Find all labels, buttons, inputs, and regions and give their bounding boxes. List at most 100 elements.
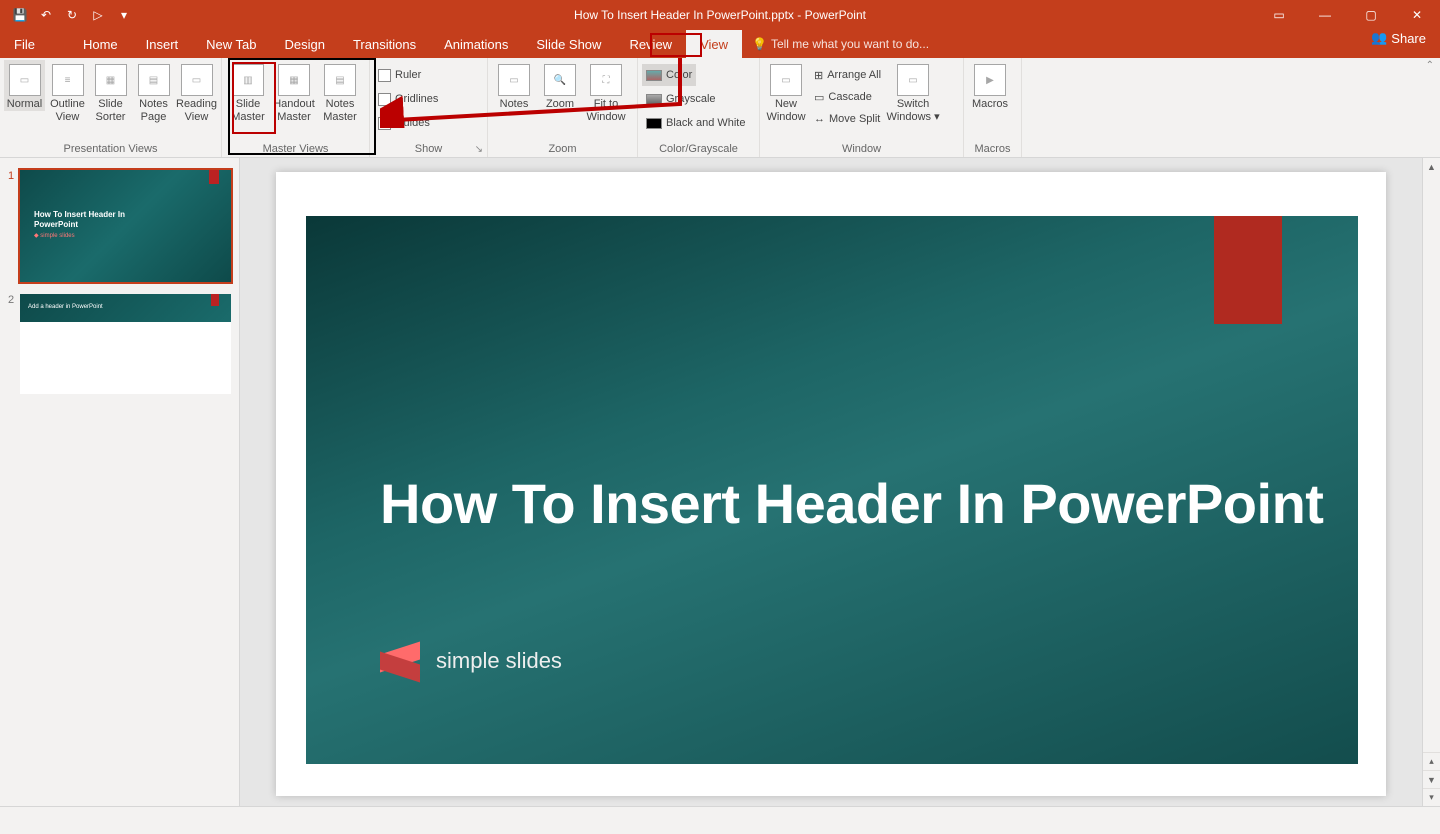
next-slide-icon[interactable]: ▾ (1423, 788, 1440, 806)
move-split-button[interactable]: ↔Move Split (810, 108, 885, 130)
switch-windows-icon: ▭ (897, 64, 929, 96)
quick-access-toolbar: 💾 ↶ ↻ ▷ ▾ (0, 3, 136, 27)
slide-thumbnail-2[interactable]: Add a header in PowerPoint (20, 294, 231, 394)
status-bar (0, 806, 1440, 834)
qat-customize-icon[interactable]: ▾ (112, 3, 136, 27)
group-macros: ▶ Macros Macros (964, 58, 1022, 157)
macros-icon: ▶ (974, 64, 1006, 96)
tab-slide-show[interactable]: Slide Show (522, 30, 615, 58)
grayscale-button[interactable]: Grayscale (642, 88, 720, 110)
share-button[interactable]: 👥 Share (1371, 30, 1426, 46)
share-icon: 👥 (1371, 30, 1387, 46)
normal-view-button[interactable]: ▭ Normal (4, 60, 45, 111)
slide-thumbnail-pane[interactable]: 1 How To Insert Header In PowerPoint ◆ s… (0, 158, 240, 806)
redo-icon[interactable]: ↻ (60, 3, 84, 27)
title-bar: 💾 ↶ ↻ ▷ ▾ How To Insert Header In PowerP… (0, 0, 1440, 30)
group-color-grayscale: Color Grayscale Black and White Color/Gr… (638, 58, 760, 157)
close-button[interactable]: ✕ (1394, 0, 1440, 30)
scroll-up-icon[interactable]: ▲ (1423, 158, 1440, 176)
slide-logo: simple slides (380, 644, 562, 678)
tab-new-tab[interactable]: New Tab (192, 30, 270, 58)
arrange-icon: ⊞ (814, 69, 823, 82)
tab-design[interactable]: Design (271, 30, 339, 58)
slideshow-from-start-icon[interactable]: ▷ (86, 3, 110, 27)
slide-number: 1 (8, 170, 20, 282)
tab-review[interactable]: Review (615, 30, 686, 58)
handout-master-icon: ▦ (278, 64, 310, 96)
notes-page-icon: ▤ (138, 64, 170, 96)
slide-canvas[interactable]: How To Insert Header In PowerPoint simpl… (276, 172, 1386, 796)
slide-sorter-button[interactable]: ▦ Slide Sorter (90, 60, 131, 124)
window-title: How To Insert Header In PowerPoint.pptx … (574, 8, 866, 22)
minimize-button[interactable]: — (1302, 0, 1348, 30)
thumb-title: How To Insert Header In PowerPoint (34, 210, 125, 230)
thumbnail-row-1: 1 How To Insert Header In PowerPoint ◆ s… (0, 170, 239, 294)
tab-view[interactable]: View (686, 30, 742, 58)
logo-icon (380, 644, 424, 678)
switch-windows-button[interactable]: ▭ Switch Windows ▾ (887, 60, 939, 124)
tab-file[interactable]: File (0, 30, 49, 58)
slide-thumbnail-1[interactable]: How To Insert Header In PowerPoint ◆ sim… (20, 170, 231, 282)
reading-view-button[interactable]: ▭ Reading View (176, 60, 217, 124)
scroll-track[interactable] (1423, 176, 1440, 752)
fit-to-window-button[interactable]: ⛶ Fit to Window (584, 60, 628, 124)
notes-page-button[interactable]: ▤ Notes Page (133, 60, 174, 124)
slide-ribbon-shape (1214, 216, 1282, 324)
cascade-button[interactable]: ▭Cascade (810, 86, 885, 108)
notes-icon: ▭ (498, 64, 530, 96)
slide-canvas-pane: How To Insert Header In PowerPoint simpl… (240, 158, 1422, 806)
slide-number: 2 (8, 294, 20, 394)
group-master-views: ▥ Slide Master ▦ Handout Master ▤ Notes … (222, 58, 370, 157)
handout-master-button[interactable]: ▦ Handout Master (272, 60, 316, 124)
ribbon-options-icon[interactable]: ▭ (1256, 0, 1302, 30)
macros-button[interactable]: ▶ Macros (968, 60, 1012, 111)
tab-insert[interactable]: Insert (132, 30, 193, 58)
notes-master-icon: ▤ (324, 64, 356, 96)
group-label: Presentation Views (4, 143, 217, 157)
logo-text: simple slides (436, 648, 562, 674)
slide-master-button[interactable]: ▥ Slide Master (226, 60, 270, 124)
show-dialog-launcher-icon[interactable]: ↘ (475, 144, 483, 155)
fit-window-icon: ⛶ (590, 64, 622, 96)
maximize-button[interactable]: ▢ (1348, 0, 1394, 30)
slide-master-icon: ▥ (232, 64, 264, 96)
outline-view-button[interactable]: ≡ Outline View (47, 60, 88, 124)
group-show: Ruler Gridlines Guides Show ↘ (370, 58, 488, 157)
slide-sorter-icon: ▦ (95, 64, 127, 96)
arrange-all-button[interactable]: ⊞Arrange All (810, 64, 885, 86)
undo-icon[interactable]: ↶ (34, 3, 58, 27)
group-presentation-views: ▭ Normal ≡ Outline View ▦ Slide Sorter ▤… (0, 58, 222, 157)
thumb-logo: ◆ simple slides (34, 232, 75, 239)
group-label: Color/Grayscale (642, 143, 755, 157)
ruler-checkbox[interactable]: Ruler (374, 64, 425, 86)
group-label: Master Views (226, 143, 365, 157)
ribbon: ▭ Normal ≡ Outline View ▦ Slide Sorter ▤… (0, 58, 1440, 158)
slide-background: How To Insert Header In PowerPoint simpl… (306, 216, 1358, 764)
previous-slide-icon[interactable]: ▴ (1423, 752, 1440, 770)
work-area: 1 How To Insert Header In PowerPoint ◆ s… (0, 158, 1440, 806)
tab-animations[interactable]: Animations (430, 30, 522, 58)
move-split-icon: ↔ (814, 113, 825, 125)
guides-checkbox[interactable]: Guides (374, 112, 434, 134)
new-window-button[interactable]: ▭ New Window (764, 60, 808, 124)
tab-home[interactable]: Home (69, 30, 132, 58)
black-and-white-button[interactable]: Black and White (642, 112, 749, 134)
ribbon-tabs: File Home Insert New Tab Design Transiti… (0, 30, 1440, 58)
window-controls: ▭ — ▢ ✕ (1256, 0, 1440, 30)
notes-master-button[interactable]: ▤ Notes Master (318, 60, 362, 124)
notes-button[interactable]: ▭ Notes (492, 60, 536, 111)
color-button[interactable]: Color (642, 64, 696, 86)
zoom-button[interactable]: 🔍 Zoom (538, 60, 582, 111)
tell-me-placeholder: Tell me what you want to do... (771, 37, 929, 51)
tell-me-search[interactable]: 💡 Tell me what you want to do... (742, 30, 939, 58)
vertical-scrollbar[interactable]: ▲ ▴ ▼ ▾ (1422, 158, 1440, 806)
save-icon[interactable]: 💾 (8, 3, 32, 27)
slide-title-text: How To Insert Header In PowerPoint (380, 472, 1323, 536)
group-label: Window (764, 143, 959, 157)
magnifier-icon: 🔍 (544, 64, 576, 96)
scroll-down-icon[interactable]: ▼ (1423, 770, 1440, 788)
collapse-ribbon-icon[interactable]: ⌃ (1426, 60, 1434, 71)
group-label: Show (374, 143, 483, 157)
tab-transitions[interactable]: Transitions (339, 30, 430, 58)
gridlines-checkbox[interactable]: Gridlines (374, 88, 442, 110)
